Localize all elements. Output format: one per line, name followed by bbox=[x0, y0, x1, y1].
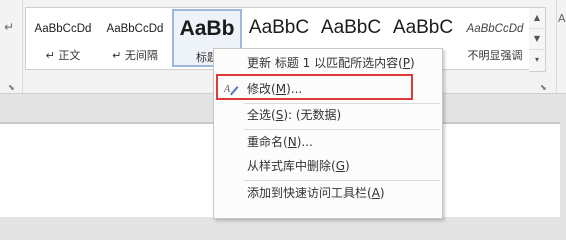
paragraph-dialog-launcher-icon[interactable]: ⬊ bbox=[8, 84, 16, 92]
menu-item-remove-from-gallery[interactable]: 从样式库中删除(G) bbox=[214, 154, 442, 178]
style-sample: AaBbC bbox=[248, 17, 310, 38]
menu-item-label: 更新 标题 1 以匹配所选内容 bbox=[247, 56, 399, 70]
style-normal[interactable]: AaBbCcDd ↵ 正文 bbox=[28, 9, 98, 67]
style-label: 不明显强调 bbox=[467, 49, 523, 62]
menu-item-add-to-quick-access[interactable]: 添加到快速访问工具栏(A) bbox=[214, 181, 442, 205]
style-sample: AaBbC bbox=[320, 17, 382, 38]
menu-item-accel: G bbox=[335, 159, 346, 173]
style-sample: AaBbCcDd bbox=[106, 23, 164, 35]
editing-group-icon[interactable]: A bbox=[558, 12, 566, 25]
style-no-spacing[interactable]: AaBbCcDd ↵ 无间隔 bbox=[100, 9, 170, 67]
menu-item-label: 添加到快速访问工具栏 bbox=[247, 186, 368, 200]
style-subtle-emphasis[interactable]: AaBbCcDd 不明显强调 bbox=[460, 9, 529, 67]
styles-dialog-launcher-icon[interactable]: ⬊ bbox=[540, 84, 548, 92]
style-context-menu: 更新 标题 1 以匹配所选内容(P) A 修改(M)... 全选(S): (无数… bbox=[213, 48, 443, 219]
menu-item-accel: A bbox=[371, 186, 380, 200]
style-label: ↵ 无间隔 bbox=[112, 49, 158, 62]
style-sample: AaBbCcDd bbox=[34, 23, 92, 35]
menu-item-accel: P bbox=[402, 56, 411, 70]
menu-item-suffix: ... bbox=[301, 135, 313, 149]
paragraph-group-edge: ↵ ⬊ bbox=[0, 0, 23, 93]
style-sample: AaBbCcDd bbox=[466, 23, 524, 35]
gallery-more-icon[interactable]: ▾ bbox=[529, 50, 545, 70]
gallery-scroll: ▲ ▼ ▾ bbox=[529, 7, 546, 72]
style-label: ↵ 正文 bbox=[45, 49, 81, 62]
menu-item-label: 全选 bbox=[247, 108, 272, 122]
style-sample: AaBbC bbox=[392, 17, 454, 38]
menu-item-update-to-match[interactable]: 更新 标题 1 以匹配所选内容(P) bbox=[214, 51, 442, 75]
menu-item-rename[interactable]: 重命名(N)... bbox=[214, 130, 442, 154]
menu-item-accel: S bbox=[275, 108, 284, 122]
style-sample: AaBb bbox=[179, 17, 235, 40]
menu-item-suffix: : (无数据) bbox=[288, 108, 342, 122]
menu-item-label: 重命名 bbox=[247, 135, 284, 149]
menu-item-select-all[interactable]: 全选(S): (无数据) bbox=[214, 103, 442, 127]
menu-item-label: 从样式库中删除 bbox=[247, 159, 332, 173]
highlight-box bbox=[216, 74, 413, 100]
scroll-down-icon[interactable]: ▼ bbox=[529, 29, 545, 50]
scroll-up-icon[interactable]: ▲ bbox=[529, 8, 545, 29]
paragraph-mark-icon[interactable]: ↵ bbox=[4, 20, 14, 34]
menu-item-accel: N bbox=[287, 135, 297, 149]
